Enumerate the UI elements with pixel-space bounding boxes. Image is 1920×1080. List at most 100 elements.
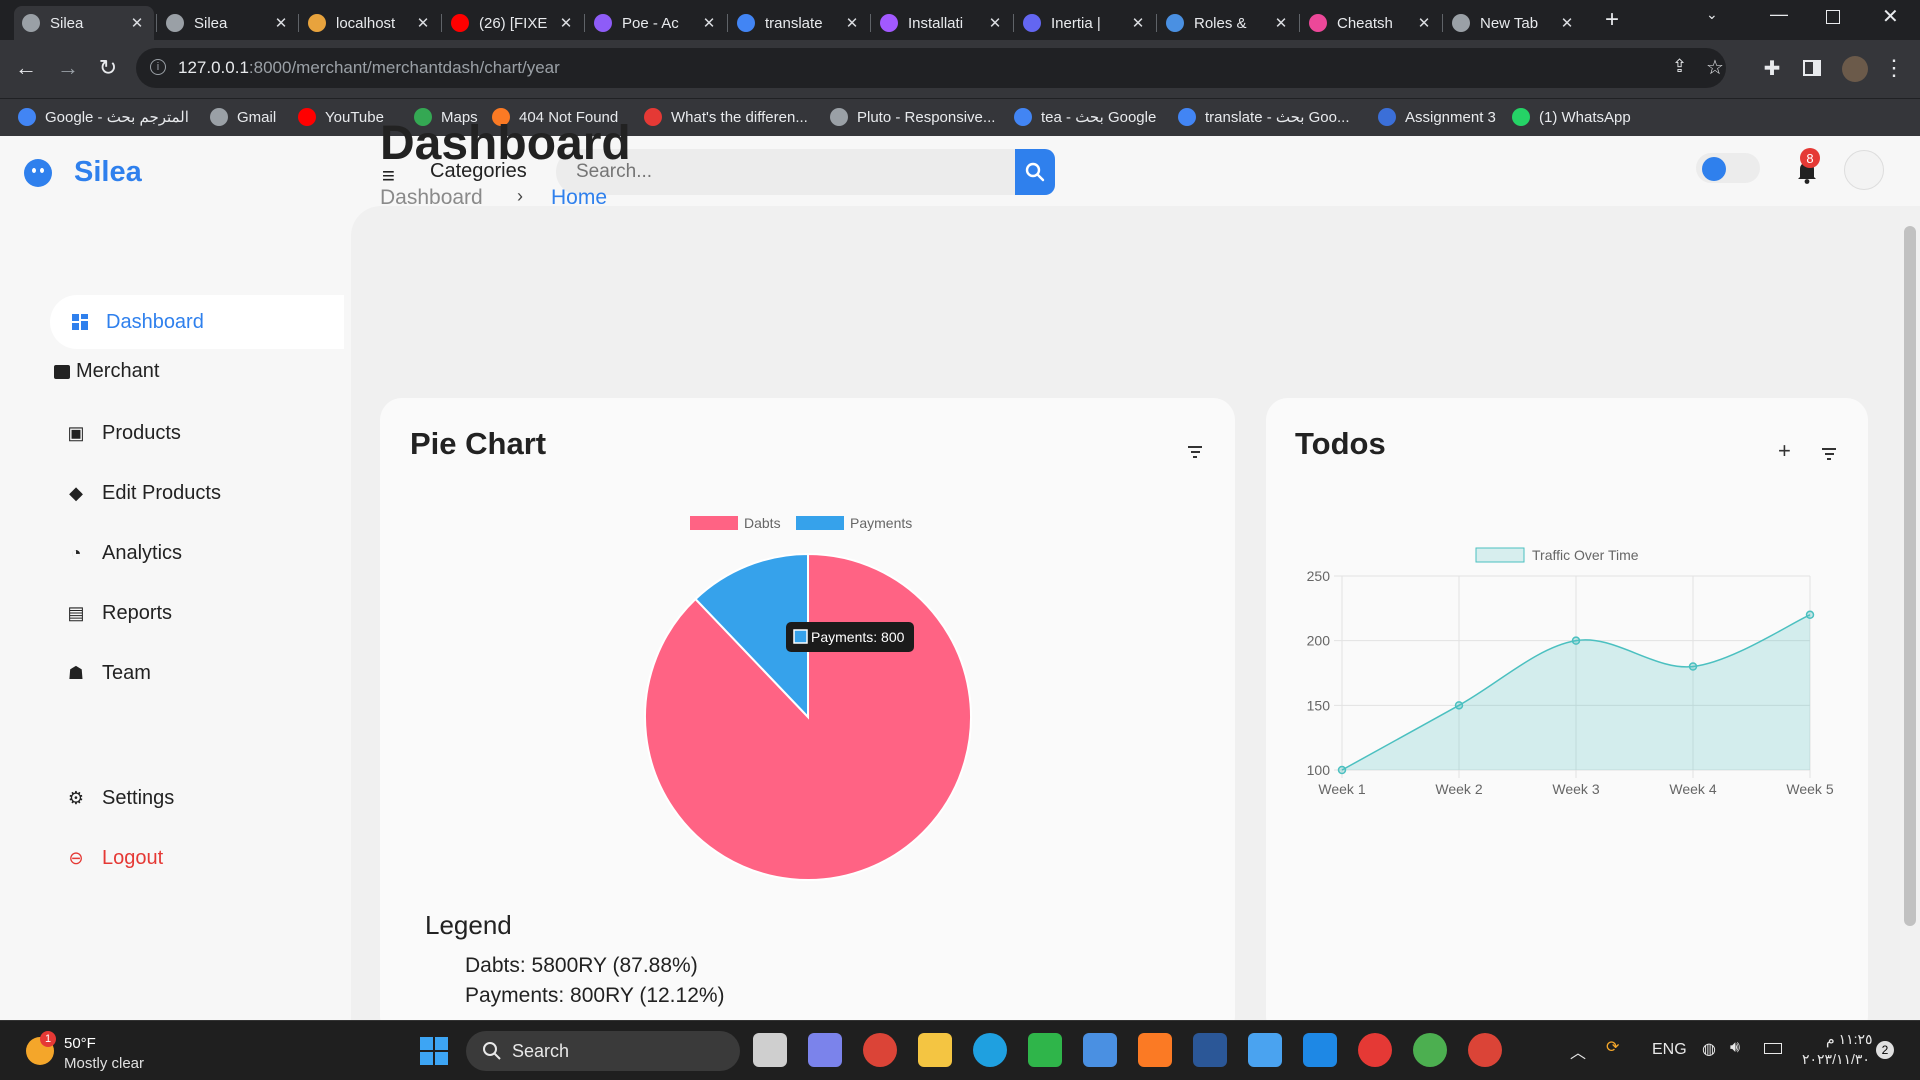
bookmark-item[interactable]: translate - بحث Goo... (1178, 108, 1350, 126)
sidebar-item-reports[interactable]: ▤ Reports (62, 602, 172, 625)
microsoft-store-icon[interactable] (1083, 1033, 1117, 1067)
profile-avatar[interactable] (1842, 56, 1868, 82)
tab-close-icon[interactable]: ✕ (555, 14, 577, 32)
bookmark-item[interactable]: Assignment 3 (1378, 108, 1496, 126)
browser-tab[interactable]: (26) [FIXE ✕ (443, 6, 583, 40)
clock-time[interactable]: ١١:٢٥ م (1826, 1031, 1873, 1048)
share-icon[interactable]: ⇪ (1672, 56, 1687, 77)
bookmark-item[interactable]: Pluto - Responsive... (830, 108, 995, 126)
utorrent-icon[interactable] (1413, 1033, 1447, 1067)
grid-icon (66, 314, 94, 330)
bookmark-item[interactable]: Google - المترجم بحث (18, 108, 189, 126)
browser-tab[interactable]: Silea ✕ (158, 6, 298, 40)
edge-icon[interactable] (973, 1033, 1007, 1067)
tab-close-icon[interactable]: ✕ (841, 14, 863, 32)
filter-icon[interactable] (1822, 448, 1836, 463)
browser-tab[interactable]: New Tab ✕ (1444, 6, 1584, 40)
bookmark-item[interactable]: YouTube (298, 108, 384, 126)
maximize-button[interactable] (1826, 10, 1840, 24)
xampp-icon[interactable] (1138, 1033, 1172, 1067)
tray-volume-icon[interactable]: 🔊︎ (1730, 1039, 1740, 1057)
browser-tab[interactable]: Roles & ✕ (1158, 6, 1298, 40)
scrollbar-thumb[interactable] (1904, 226, 1916, 926)
bookmark-item[interactable]: Gmail (210, 108, 276, 126)
sidebar-item-analytics[interactable]: ◔ Analytics (62, 542, 182, 565)
side-panel-icon[interactable] (1794, 50, 1830, 86)
theme-toggle[interactable] (1696, 153, 1760, 183)
url-input[interactable]: i 127.0.0.1:8000/merchant/merchantdash/c… (136, 48, 1726, 88)
chrome-icon[interactable] (863, 1033, 897, 1067)
browser-tab[interactable]: translate ✕ (729, 6, 869, 40)
word-icon[interactable] (1193, 1033, 1227, 1067)
tray-battery-icon[interactable] (1764, 1043, 1782, 1054)
minimize-button[interactable]: — (1770, 4, 1788, 25)
site-info-icon[interactable]: i (150, 59, 166, 75)
bookmark-item[interactable]: tea - بحث Google (1014, 108, 1156, 126)
sidebar-item-logout[interactable]: ⊖ Logout (62, 847, 163, 870)
browser-tab[interactable]: Poe - Ac ✕ (586, 6, 726, 40)
legend-title: Legend (425, 910, 512, 940)
file-explorer-icon[interactable] (918, 1033, 952, 1067)
bookmark-item[interactable]: (1) WhatsApp (1512, 108, 1631, 126)
sidebar-item-settings[interactable]: ⚙ Settings (62, 787, 174, 810)
browser-tab[interactable]: Inertia | ✕ (1015, 6, 1155, 40)
search-button[interactable] (1015, 149, 1055, 195)
sidebar-item-team[interactable]: ☗ Team (62, 662, 151, 685)
tab-close-icon[interactable]: ✕ (1556, 14, 1578, 32)
weather-widget[interactable]: 1 50°F Mostly clear (22, 1031, 182, 1073)
tray-network-icon[interactable]: ◍ (1702, 1039, 1716, 1059)
filter-icon[interactable] (1188, 446, 1202, 461)
sidebar-section-merchant[interactable]: Merchant (54, 360, 159, 383)
add-icon[interactable]: + (1778, 438, 1791, 464)
clock-date[interactable]: ٢٠٢٣/١١/٣٠ (1802, 1051, 1870, 1068)
extensions-icon[interactable]: ✚ (1754, 50, 1790, 86)
tab-close-icon[interactable]: ✕ (698, 14, 720, 32)
tab-close-icon[interactable]: ✕ (1413, 14, 1435, 32)
tab-close-icon[interactable]: ✕ (126, 14, 148, 32)
chrome-menu-icon[interactable]: ⋮ (1876, 50, 1912, 86)
back-button[interactable]: ← (8, 50, 44, 86)
chrome-active-icon[interactable] (1468, 1033, 1502, 1067)
reload-button[interactable]: ↻ (90, 50, 126, 86)
tab-separator (1013, 14, 1014, 32)
tray-chevron-icon[interactable]: ︿ (1570, 1039, 1586, 1063)
tab-close-icon[interactable]: ✕ (270, 14, 292, 32)
start-windows-icon[interactable] (420, 1037, 448, 1065)
close-window-button[interactable]: ✕ (1882, 4, 1899, 29)
task-view-icon[interactable] (753, 1033, 787, 1067)
tab-search-icon[interactable]: ⌄ (1706, 6, 1718, 23)
chat-app-icon[interactable] (808, 1033, 842, 1067)
bookmark-label: (1) WhatsApp (1539, 108, 1631, 126)
opera-icon[interactable] (1358, 1033, 1392, 1067)
tray-sync-icon[interactable]: ⟳ (1606, 1037, 1619, 1057)
brand[interactable]: Silea (24, 156, 142, 189)
breadcrumb-home[interactable]: Home (551, 186, 607, 210)
browser-tab[interactable]: Silea ✕ (14, 6, 154, 40)
sidebar-item-edit-products[interactable]: ◆ Edit Products (62, 482, 221, 505)
notification-center-badge[interactable]: 2 (1876, 1041, 1894, 1059)
taskbar-search[interactable]: Search (466, 1031, 740, 1071)
browser-tab[interactable]: localhost ✕ (300, 6, 440, 40)
breadcrumb-dashboard[interactable]: Dashboard (380, 186, 483, 210)
forward-button[interactable]: → (50, 50, 86, 86)
new-tab-button[interactable]: + (1598, 6, 1626, 34)
star-icon[interactable]: ☆ (1706, 55, 1724, 80)
vscode-icon[interactable] (1303, 1033, 1337, 1067)
windows-taskbar: 1 50°F Mostly clear Search ︿ ⟳ ENG ◍ 🔊︎ … (0, 1020, 1920, 1080)
browser-tab[interactable]: Cheatsh ✕ (1301, 6, 1441, 40)
bookmark-item[interactable]: What's the differen... (644, 108, 808, 126)
tray-lang[interactable]: ENG (1652, 1041, 1687, 1059)
sidebar-item-products[interactable]: ▣ Products (62, 422, 180, 445)
tab-close-icon[interactable]: ✕ (412, 14, 434, 32)
browser-tab[interactable]: Installati ✕ (872, 6, 1012, 40)
notification-badge: 8 (1800, 148, 1820, 168)
tab-close-icon[interactable]: ✕ (1127, 14, 1149, 32)
x-tick-label: Week 4 (1669, 781, 1716, 797)
store-tool-icon[interactable] (1028, 1033, 1062, 1067)
tab-close-icon[interactable]: ✕ (1270, 14, 1292, 32)
tab-favicon-icon (308, 14, 326, 32)
sidebar-item-dashboard[interactable]: Dashboard (50, 295, 344, 349)
user-avatar[interactable] (1844, 150, 1884, 190)
tab-close-icon[interactable]: ✕ (984, 14, 1006, 32)
notepad-icon[interactable] (1248, 1033, 1282, 1067)
